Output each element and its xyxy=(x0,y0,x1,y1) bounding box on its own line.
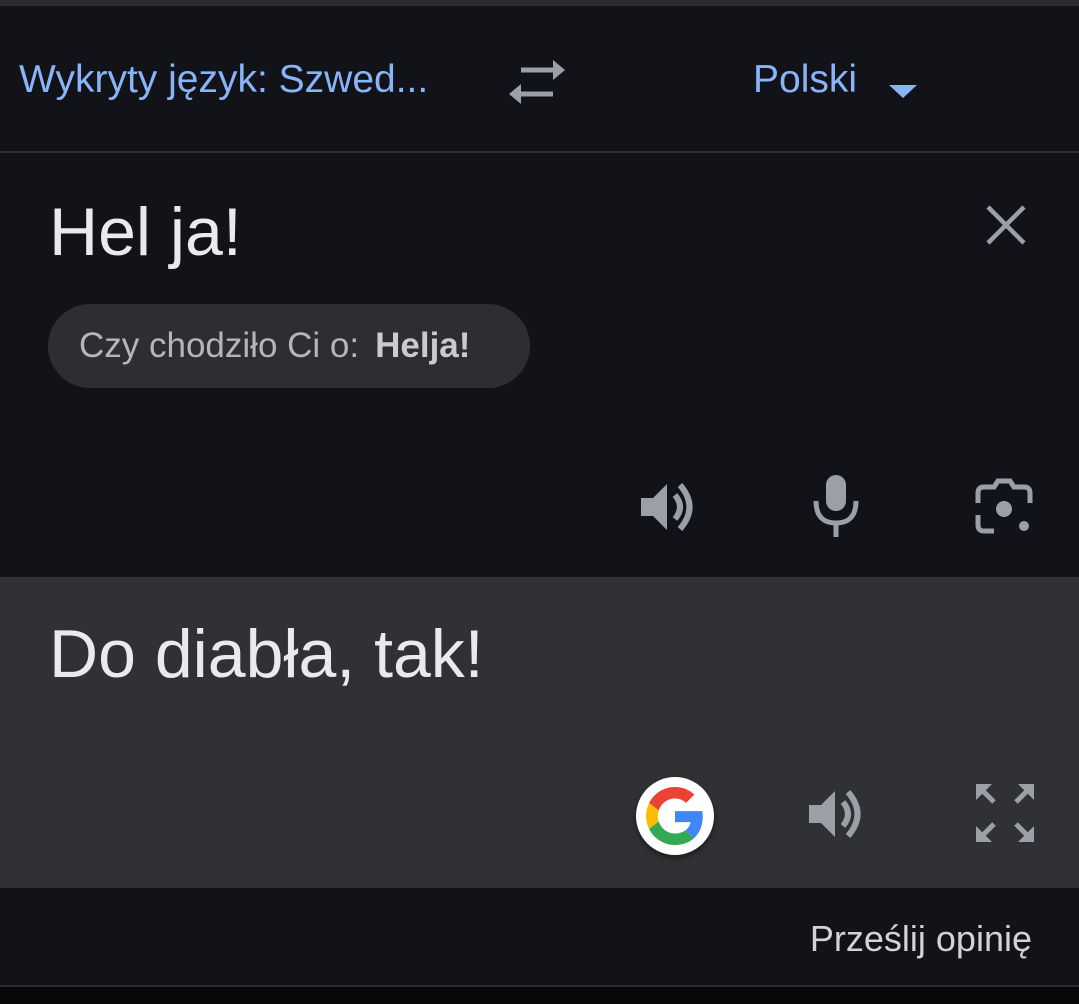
speaker-icon[interactable] xyxy=(637,475,701,539)
suggestion-term: Helja! xyxy=(375,326,471,365)
top-divider xyxy=(0,0,1079,6)
target-language-selector[interactable]: Polski xyxy=(753,58,857,102)
source-text-input[interactable]: Hel ja! xyxy=(49,193,242,271)
footer: Prześlij opinię xyxy=(0,888,1079,985)
source-language-selector[interactable]: Wykryty język: Szwed... xyxy=(19,58,459,102)
chevron-down-icon[interactable] xyxy=(887,82,919,100)
close-icon[interactable] xyxy=(980,199,1032,251)
language-bar: Wykryty język: Szwed... Polski xyxy=(0,8,1079,151)
speaker-icon[interactable] xyxy=(805,782,869,846)
camera-lens-icon[interactable] xyxy=(972,475,1036,539)
translation-output-panel: Do diabła, tak! xyxy=(0,577,1079,888)
swap-languages-icon[interactable] xyxy=(505,56,569,112)
google-search-button[interactable] xyxy=(636,777,714,855)
did-you-mean-chip[interactable]: Czy chodziło Ci o: Helja! xyxy=(48,304,530,388)
source-input-panel: Hel ja! Czy chodziło Ci o: Helja! xyxy=(0,153,1079,577)
fullscreen-icon[interactable] xyxy=(974,782,1036,844)
send-feedback-link[interactable]: Prześlij opinię xyxy=(810,918,1032,960)
bottom-divider xyxy=(0,985,1079,1004)
microphone-icon[interactable] xyxy=(808,471,864,539)
suggestion-prefix: Czy chodziło Ci o: xyxy=(79,326,360,365)
google-g-logo-icon xyxy=(646,787,703,845)
translated-text: Do diabła, tak! xyxy=(49,616,484,692)
